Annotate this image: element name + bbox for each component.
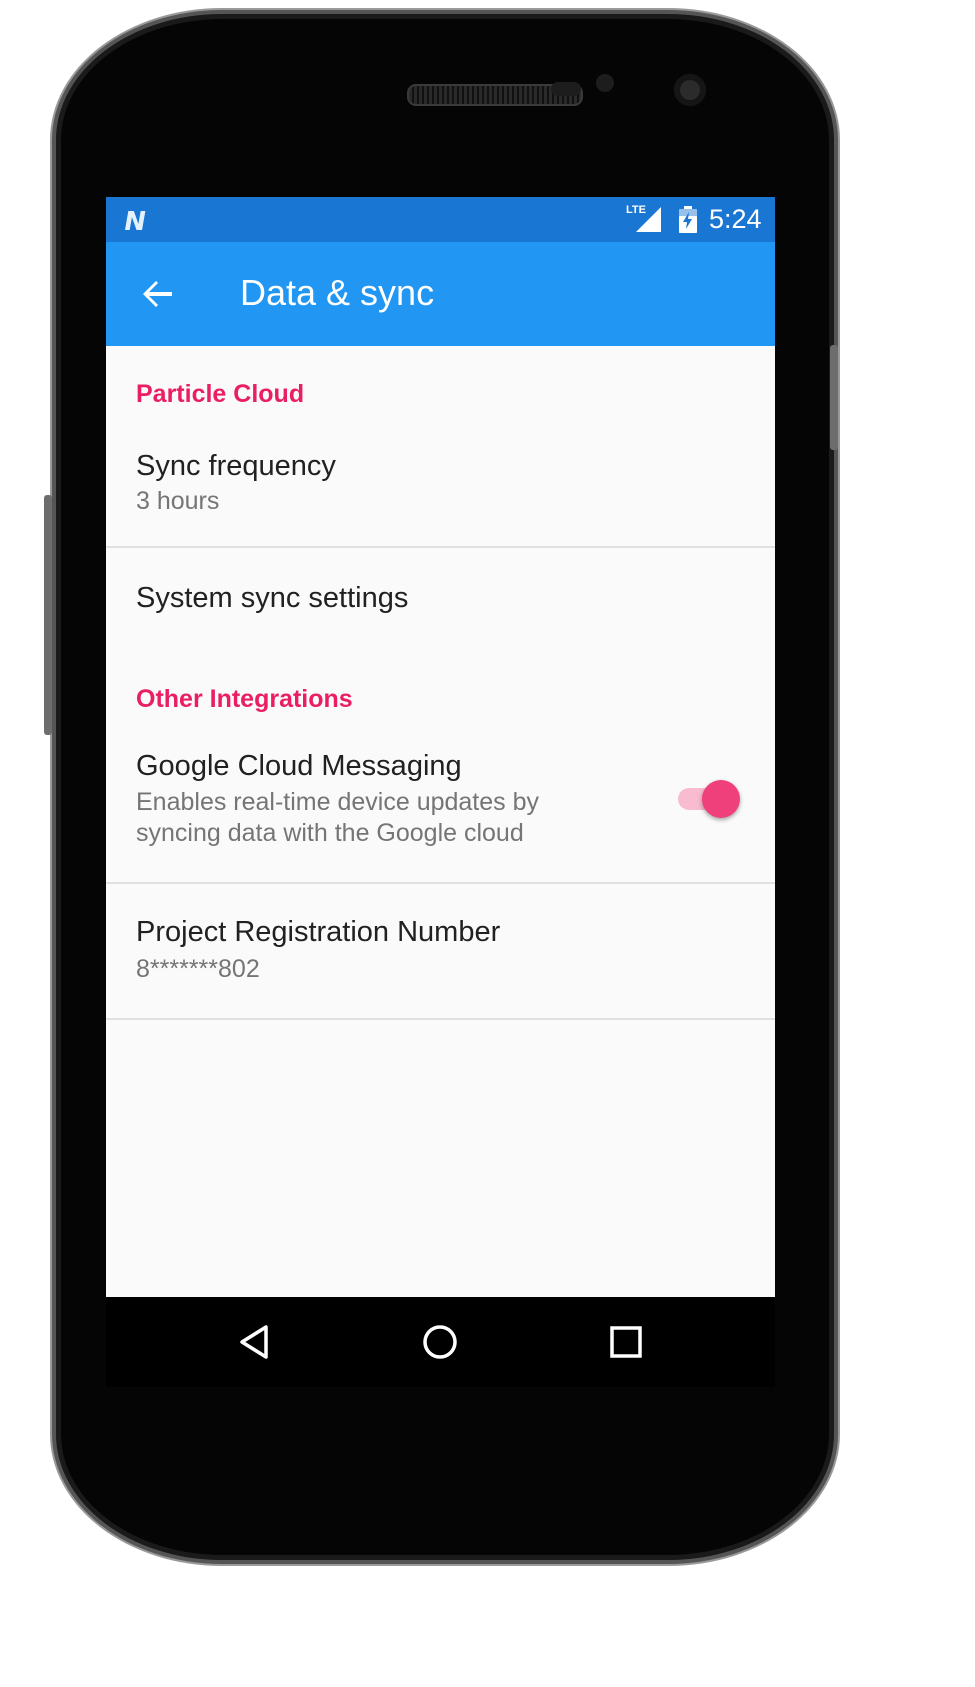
- volume-button: [44, 495, 52, 735]
- category-header-other-integrations: Other Integrations: [136, 685, 353, 713]
- pref-google-cloud-messaging[interactable]: Google Cloud Messaging Enables real-time…: [106, 734, 775, 880]
- pref-summary-line-2: syncing data with the Google cloud: [136, 819, 524, 847]
- power-button: [830, 345, 838, 450]
- category-header-particle-cloud: Particle Cloud: [136, 380, 305, 408]
- switch-thumb: [702, 780, 740, 818]
- pref-title: Google Cloud Messaging: [136, 750, 462, 782]
- screen: N LTE 5:24 Data & sync Particle Cloud Sy…: [106, 197, 775, 1387]
- status-bar: N LTE 5:24: [106, 197, 775, 242]
- pref-project-registration-number[interactable]: Project Registration Number 8*******802: [106, 884, 775, 1018]
- status-time: 5:24: [709, 204, 762, 234]
- navigation-bar: [106, 1297, 775, 1387]
- divider: [106, 1018, 775, 1020]
- pref-title: Project Registration Number: [136, 916, 501, 948]
- proximity-sensor: [551, 82, 581, 96]
- pref-title: System sync settings: [136, 582, 409, 614]
- recents-square-icon[interactable]: [606, 1322, 646, 1362]
- light-sensor: [596, 74, 614, 92]
- battery-charging-icon: [679, 206, 697, 233]
- front-camera: [674, 74, 706, 106]
- page-title: Data & sync: [240, 272, 435, 313]
- pref-summary: 8*******802: [136, 955, 260, 983]
- pref-title: Sync frequency: [136, 450, 336, 482]
- pref-system-sync-settings[interactable]: System sync settings: [106, 548, 775, 648]
- back-triangle-icon[interactable]: [236, 1322, 276, 1362]
- gcm-toggle-switch[interactable]: [676, 778, 740, 818]
- home-circle-icon[interactable]: [420, 1322, 460, 1362]
- app-bar: Data & sync: [106, 242, 775, 346]
- pref-sync-frequency[interactable]: Sync frequency 3 hours: [106, 428, 775, 546]
- pref-summary-line-1: Enables real-time device updates by: [136, 788, 540, 816]
- arrow-back-icon[interactable]: [136, 272, 180, 316]
- pref-summary: 3 hours: [136, 487, 220, 515]
- lte-label: LTE: [626, 204, 646, 216]
- notification-n-icon: N: [121, 207, 149, 237]
